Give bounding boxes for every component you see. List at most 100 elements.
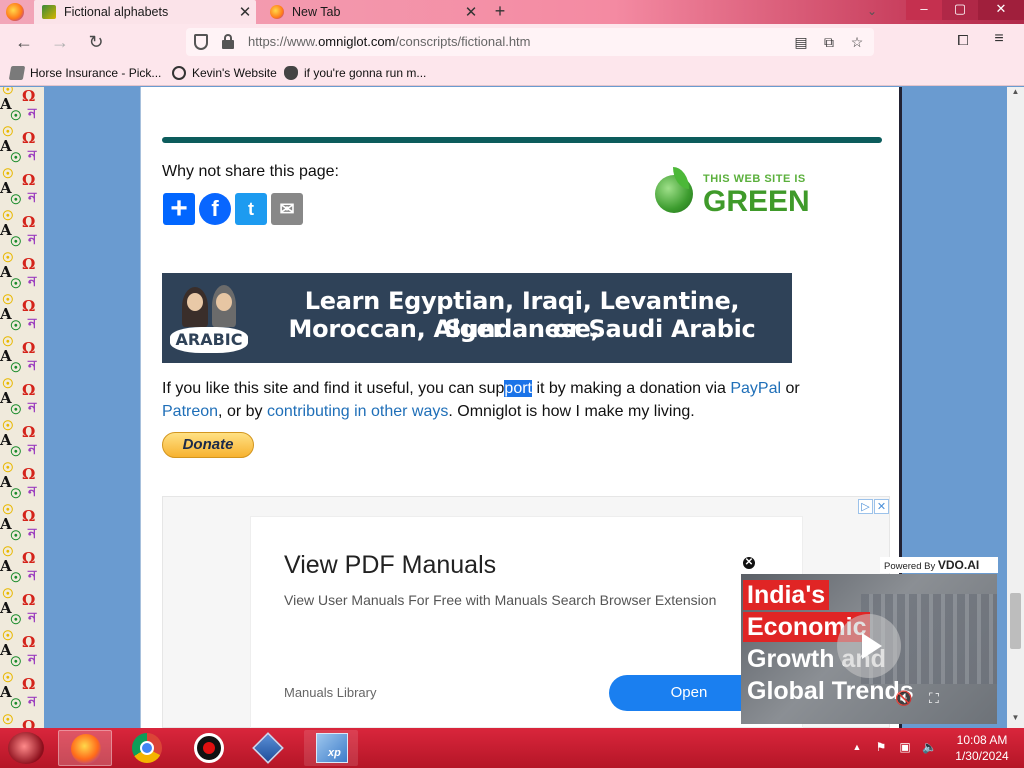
glyph-icon: Ω xyxy=(22,129,36,147)
patreon-link[interactable]: Patreon xyxy=(162,403,218,420)
adchoices-icon[interactable]: ▷ xyxy=(858,499,873,514)
play-icon[interactable] xyxy=(837,614,901,678)
glyph-icon: ন xyxy=(28,568,37,584)
glyph-icon: ন xyxy=(28,400,37,416)
bookmark-label: Kevin's Website xyxy=(192,66,277,80)
alphabet-glyph-group: ☉ΩA☉ন xyxy=(0,335,44,377)
section-divider xyxy=(162,137,882,143)
ad-title[interactable]: View PDF Manuals xyxy=(284,551,496,580)
taskbar-recorder[interactable] xyxy=(182,730,236,766)
glyph-icon: ☉ xyxy=(10,319,22,334)
banner-line-2: Moroccan, Algerian or Saudi Arabic xyxy=(288,315,756,343)
tracking-protection-shield-icon[interactable] xyxy=(194,34,208,50)
omniglot-favicon-icon xyxy=(42,5,56,19)
maximize-button[interactable]: ▢ xyxy=(942,0,978,20)
tab-label: New Tab xyxy=(292,5,341,19)
bookmark-gonna-run[interactable]: if you're gonna run m... xyxy=(284,64,426,82)
start-button[interactable] xyxy=(8,732,44,764)
scroll-down-icon[interactable]: ▼ xyxy=(1007,713,1024,727)
list-all-tabs-icon[interactable]: ⌄ xyxy=(862,0,882,24)
clock-date: 1/30/2024 xyxy=(955,749,1009,763)
green-website-badge[interactable]: THIS WEB SITE IS GREEN xyxy=(655,167,810,225)
share-facebook-button[interactable]: f xyxy=(199,193,231,225)
address-bar[interactable]: https://www.omniglot.com/conscripts/fict… xyxy=(186,28,874,56)
share-twitter-button[interactable]: t xyxy=(235,193,267,225)
picture-in-picture-icon[interactable]: ⧉ xyxy=(820,33,838,51)
bookmark-star-icon[interactable]: ☆ xyxy=(848,33,866,51)
contributing-link[interactable]: contributing in other ways xyxy=(267,403,448,420)
glyph-icon: Ω xyxy=(22,465,36,483)
minimize-button[interactable]: – xyxy=(906,0,942,20)
share-add-button[interactable]: + xyxy=(163,193,195,225)
alphabet-glyph-group: ☉ΩA☉ন xyxy=(0,167,44,209)
scroll-up-icon[interactable]: ▲ xyxy=(1007,87,1024,101)
new-tab-button[interactable]: + xyxy=(490,0,510,24)
glyph-icon: ☉ xyxy=(10,403,22,418)
bookmark-kevins-website[interactable]: Kevin's Website xyxy=(172,64,277,82)
adchoices[interactable]: ▷ ✕ xyxy=(857,497,891,514)
action-center-flag-icon[interactable]: ⚑ xyxy=(874,740,888,754)
glyph-icon: Ω xyxy=(22,591,36,609)
taskbar-firefox[interactable] xyxy=(58,730,112,766)
virtualbox-icon xyxy=(252,732,284,764)
video-powered-by: Powered By VDO.AI xyxy=(880,557,998,573)
glyph-icon: Ω xyxy=(22,87,36,105)
web-page: ☉ Ω A ☉ ন ☉ Ω A ☉ ন ☉ Ω A ☉ ন ☉ Ω A ☉ ন ☉ Ω A ☉ ন ☉ Ω A ☉ ন ☉ Ω A ☉ ন ☉ Ω A ☉ ন… xyxy=(0,87,1024,728)
close-window-button[interactable]: ✕ xyxy=(978,0,1024,20)
paypal-link[interactable]: PayPal xyxy=(730,380,781,397)
url-text[interactable]: https://www.omniglot.com/conscripts/fict… xyxy=(248,34,531,49)
support-text: If you like this site and find it useful… xyxy=(162,380,505,397)
alphabet-glyph-group: ☉ΩA☉ন xyxy=(0,629,44,671)
powered-by-text: Powered By xyxy=(884,561,936,572)
glyph-icon: ন xyxy=(28,358,37,374)
scroll-thumb[interactable] xyxy=(1010,593,1021,649)
glyph-icon: Ω xyxy=(22,717,36,729)
tab-new-tab[interactable]: New Tab ✕ xyxy=(262,0,482,24)
record-icon xyxy=(194,733,224,763)
ad-description: View User Manuals For Free with Manuals … xyxy=(284,592,717,608)
alphabet-glyph-group: ☉ΩA☉ন xyxy=(0,461,44,503)
clock-time: 10:08 AM xyxy=(956,733,1008,747)
fullscreen-icon[interactable]: ⛶ xyxy=(929,690,939,707)
alphabet-glyph-group: ☉ΩA☉ন xyxy=(0,419,44,461)
firefox-icon xyxy=(71,734,101,764)
ad-close-icon[interactable]: ✕ xyxy=(874,499,889,514)
volume-icon[interactable]: 🔈 xyxy=(922,740,937,754)
lock-icon[interactable] xyxy=(222,34,234,49)
taskbar-xp-mode[interactable]: xp xyxy=(304,730,358,766)
talk-in-arabic-ad-banner[interactable]: ARABIC Learn Egyptian, Iraqi, Levantine,… xyxy=(162,273,792,363)
video-player[interactable]: India's Economic Growth and Global Trend… xyxy=(741,574,997,724)
extensions-icon[interactable]: ⧠ xyxy=(954,31,972,49)
mute-icon[interactable]: 🔇 xyxy=(895,690,912,707)
share-email-button[interactable]: ✉ xyxy=(271,193,303,225)
show-hidden-icons-icon[interactable]: ▲ xyxy=(850,740,864,754)
bookmark-horse-insurance[interactable]: Horse Insurance - Pick... xyxy=(8,64,161,82)
donate-button[interactable]: Donate xyxy=(162,432,254,458)
taskbar-chrome[interactable] xyxy=(120,730,174,766)
ad-card[interactable]: View PDF Manuals View User Manuals For F… xyxy=(250,516,803,728)
network-icon[interactable]: ▣ xyxy=(898,740,912,754)
reload-button[interactable]: ↻ xyxy=(84,30,108,54)
video-caption-1: India's xyxy=(743,580,830,610)
glyph-icon: Ω xyxy=(22,507,36,525)
support-text: . Omniglot is how I make my living. xyxy=(448,403,695,420)
page-scrollbar[interactable]: ▲ ▼ xyxy=(1007,87,1024,728)
alphabet-glyph-group: ☉ΩA☉ন xyxy=(0,545,44,587)
close-tab-icon[interactable]: ✕ xyxy=(460,3,482,21)
alphabet-glyph-group: ☉ΩA☉ন xyxy=(0,587,44,629)
glyph-icon: ☉ xyxy=(10,235,22,250)
video-close-icon[interactable]: ✕ xyxy=(741,555,757,571)
video-caption-4: Global Trends xyxy=(747,677,914,705)
reader-view-icon[interactable]: ▤ xyxy=(792,33,810,51)
globe-icon xyxy=(172,66,186,80)
forward-button[interactable]: → xyxy=(48,30,72,54)
close-tab-icon[interactable]: ✕ xyxy=(234,3,256,21)
tab-fictional-alphabets[interactable]: Fictional alphabets ✕ xyxy=(34,0,256,24)
taskbar-virtualbox[interactable] xyxy=(242,730,296,766)
glyph-icon: Ω xyxy=(22,381,36,399)
hamburger-menu-icon[interactable]: ≡ xyxy=(990,30,1008,48)
system-clock[interactable]: 10:08 AM 1/30/2024 xyxy=(944,732,1020,764)
firefox-menu-icon[interactable] xyxy=(6,3,24,21)
glyph-icon: Ω xyxy=(22,675,36,693)
back-button[interactable]: ← xyxy=(12,30,36,54)
